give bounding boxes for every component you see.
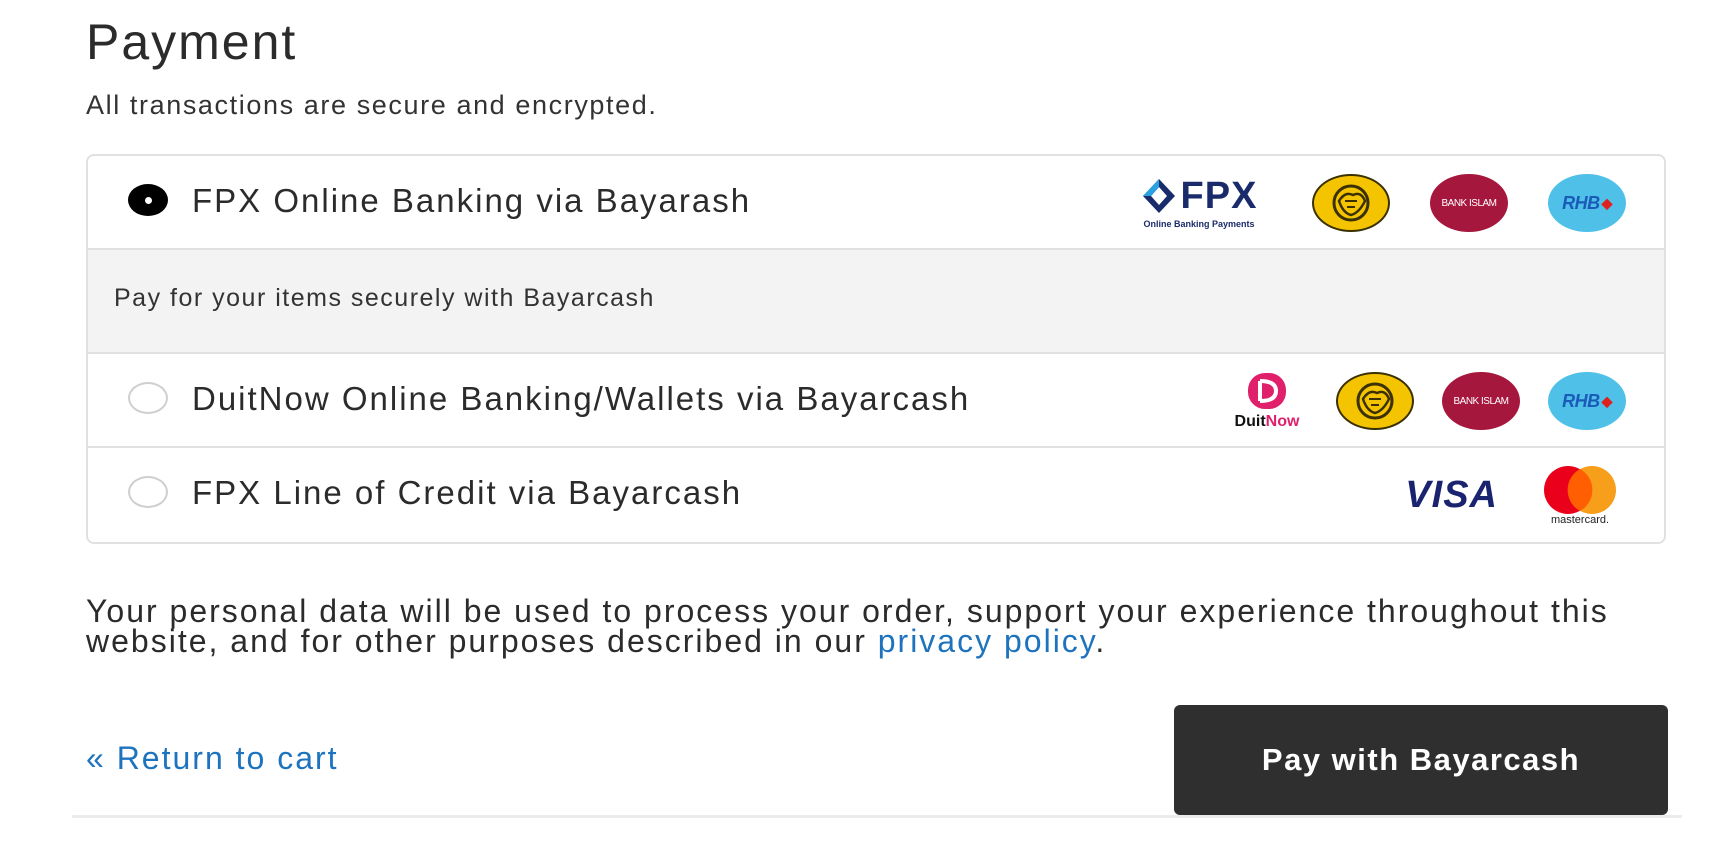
radio-fpx-online[interactable] [128, 184, 168, 216]
payment-methods-list: FPX Online Banking via Bayarash FPX Onli… [86, 154, 1666, 544]
payment-method-description: Pay for your items securely with Bayarca… [88, 250, 1664, 354]
mastercard-logo: mastercard. [1534, 464, 1626, 526]
payment-method-fpx-online[interactable]: FPX Online Banking via Bayarash FPX Onli… [88, 156, 1664, 250]
payment-logos: VISA mastercard. [1405, 462, 1626, 528]
rhb-logo-text: RHB [1562, 390, 1600, 411]
pay-button[interactable]: Pay with Bayarcash [1174, 705, 1668, 815]
duitnow-icon [1248, 373, 1286, 409]
duitnow-logo-text-b: Now [1265, 413, 1300, 430]
page-title: Payment [86, 14, 298, 70]
bank-islam-logo-text: BANK ISLAM [1453, 395, 1509, 407]
radio-duitnow[interactable] [128, 382, 168, 414]
maybank-logo [1312, 174, 1390, 232]
fpx-logo-subtext: Online Banking Payments [1143, 219, 1255, 229]
payment-logos: FPX Online Banking Payments BANK ISLAM R… [1126, 170, 1626, 236]
payment-method-label: FPX Line of Credit via Bayarcash [192, 474, 743, 511]
fpx-diamond-icon [1142, 179, 1175, 213]
privacy-notice-end: . [1095, 623, 1107, 659]
return-to-cart-link[interactable]: « Return to cart [86, 740, 339, 777]
bank-islam-logo: BANK ISLAM [1430, 174, 1508, 232]
maybank-tiger-icon [1356, 382, 1394, 420]
bank-islam-logo: BANK ISLAM [1442, 372, 1520, 430]
duitnow-logo-text-a: Duit [1234, 413, 1266, 430]
mastercard-logo-text: mastercard. [1550, 514, 1610, 526]
payment-method-label: FPX Online Banking via Bayarash [192, 182, 752, 219]
payment-method-duitnow[interactable]: DuitNow Online Banking/Wallets via Bayar… [88, 354, 1664, 448]
rhb-logo: RHB ◆ [1548, 372, 1626, 430]
maybank-tiger-icon [1332, 184, 1370, 222]
payment-section: Payment All transactions are secure and … [0, 0, 1731, 859]
rhb-diamond-icon: ◆ [1601, 392, 1613, 409]
fpx-logo-text: FPX [1180, 175, 1258, 217]
visa-logo: VISA [1405, 473, 1498, 516]
privacy-policy-link[interactable]: privacy policy [878, 623, 1096, 659]
maybank-logo [1336, 372, 1414, 430]
rhb-logo: RHB ◆ [1548, 174, 1626, 232]
privacy-notice: Your personal data will be used to proce… [86, 593, 1686, 659]
payment-method-fpx-credit[interactable]: FPX Line of Credit via Bayarcash VISA ma… [88, 448, 1664, 542]
bank-islam-logo-text: BANK ISLAM [1441, 197, 1497, 209]
divider [72, 815, 1682, 818]
mastercard-circles-icon [1544, 466, 1616, 514]
payment-method-label: DuitNow Online Banking/Wallets via Bayar… [192, 380, 971, 417]
fpx-logo: FPX Online Banking Payments [1126, 177, 1272, 229]
rhb-logo-text: RHB [1562, 192, 1600, 213]
security-note: All transactions are secure and encrypte… [86, 90, 658, 120]
payment-method-description-text: Pay for your items securely with Bayarca… [114, 284, 655, 312]
rhb-diamond-icon: ◆ [1601, 194, 1613, 211]
radio-fpx-credit[interactable] [128, 476, 168, 508]
privacy-notice-text: Your personal data will be used to proce… [86, 593, 1609, 659]
duitnow-logo: DuitNow [1226, 371, 1308, 431]
payment-logos: DuitNow BANK ISLAM RHB ◆ [1226, 368, 1626, 434]
